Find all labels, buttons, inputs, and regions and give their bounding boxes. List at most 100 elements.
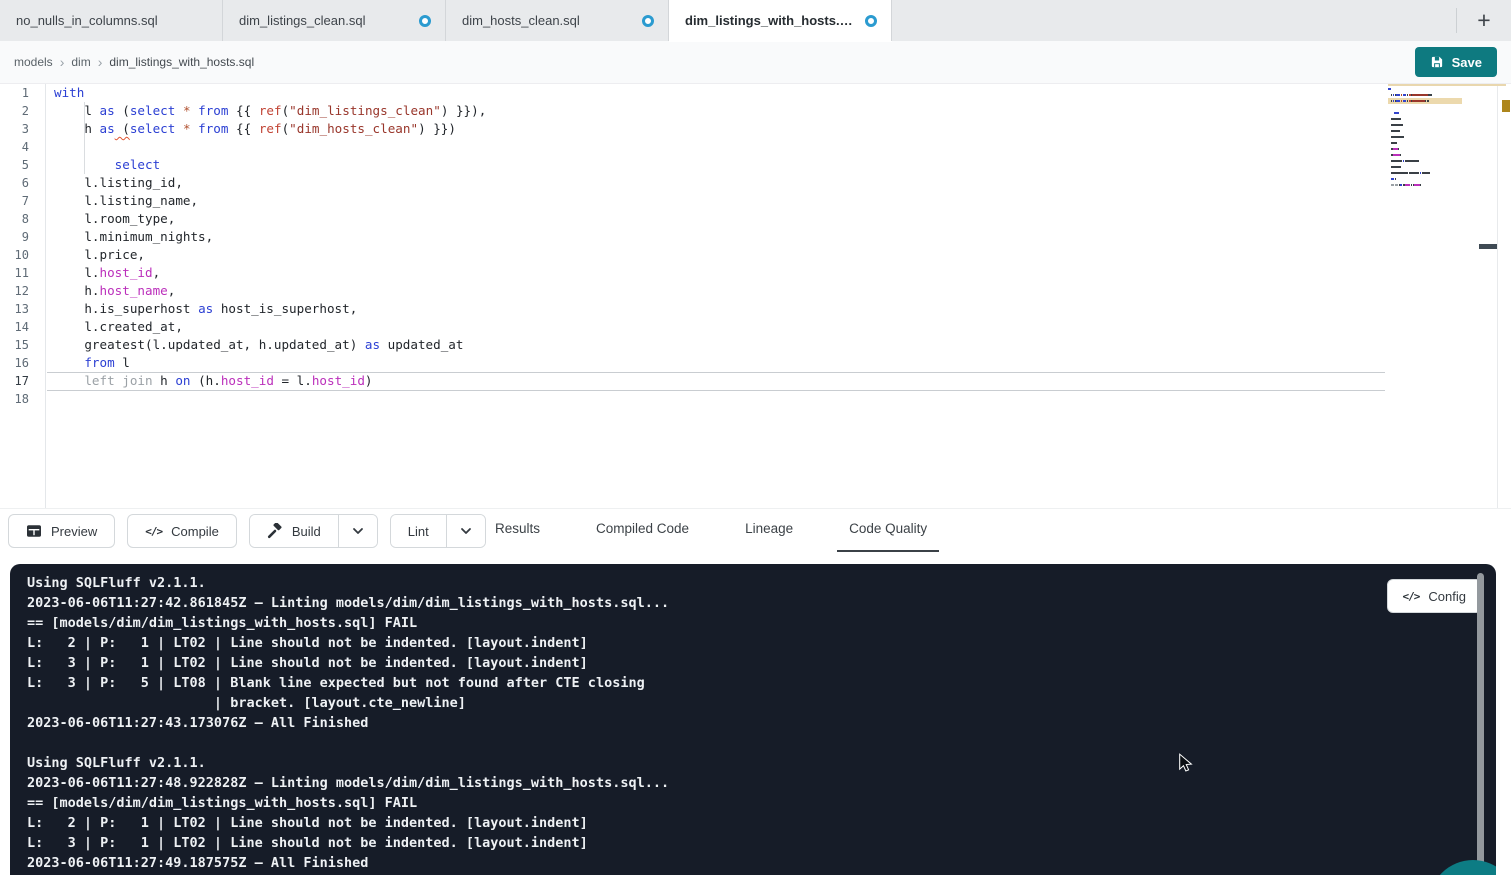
code-line: h.host_name, (47, 282, 1397, 300)
file-tab-no-nulls-in-columns-sql[interactable]: no_nulls_in_columns.sql (0, 0, 223, 41)
minimap-seg (1412, 94, 1428, 96)
code-area[interactable]: with l as (select * from {{ ref("dim_lis… (47, 84, 1397, 508)
indent-guide (84, 102, 85, 174)
line-number: 18 (0, 390, 45, 408)
panel-tab-label: Results (495, 521, 540, 536)
code-icon: </> (1403, 590, 1420, 603)
minimap-viewport-marker (1388, 84, 1506, 86)
breadcrumb-item-dim-listings-with-hosts-sql[interactable]: dim_listings_with_hosts.sql (109, 55, 254, 69)
breadcrumb-item-models[interactable]: models (14, 55, 53, 69)
code-token: host_id (312, 373, 365, 388)
code-token: ) }}), (441, 103, 487, 118)
config-button-label: Config (1428, 589, 1466, 604)
code-token: from (84, 355, 114, 370)
line-number: 15 (0, 336, 45, 354)
file-tab-dim-listings-clean-sql[interactable]: dim_listings_clean.sql (223, 0, 446, 41)
code-line: l.listing_id, (47, 174, 1397, 192)
minimap-seg (1391, 172, 1408, 174)
panel-tab-lineage[interactable]: Lineage (733, 509, 805, 553)
line-number: 2 (0, 102, 45, 120)
code-token: = l. (274, 373, 312, 388)
code-token: l.created_at, (54, 319, 183, 334)
code-token: as (100, 121, 115, 136)
build-dropdown-button[interactable] (338, 515, 377, 547)
line-number: 3 (0, 120, 45, 138)
minimap-seg (1388, 88, 1391, 90)
code-token: ( (115, 121, 130, 136)
code-token: * (183, 121, 191, 136)
code-line: l.listing_name, (47, 192, 1397, 210)
lint-dropdown-button[interactable] (446, 515, 485, 547)
build-button[interactable]: Build (250, 515, 338, 547)
code-token: h. (54, 283, 100, 298)
panel-tab-code-quality[interactable]: Code Quality (837, 509, 939, 553)
code-token: {{ (228, 121, 258, 136)
terminal-panel: Using SQLFluff v2.1.1. 2023-06-06T11:27:… (0, 552, 1511, 875)
panel-tab-compiled-code[interactable]: Compiled Code (584, 509, 701, 553)
new-tab-button[interactable]: + (1457, 0, 1511, 41)
code-token: "dim_hosts_clean" (289, 121, 418, 136)
active-line-border-top (47, 372, 1385, 373)
line-number: 6 (0, 174, 45, 192)
minimap-seg (1393, 154, 1400, 156)
compile-button[interactable]: </>Compile (127, 514, 237, 548)
code-token: host_id (221, 373, 274, 388)
config-button[interactable]: </> Config (1387, 579, 1482, 613)
file-tab-label: dim_listings_clean.sql (239, 13, 365, 28)
minimap[interactable] (1388, 86, 1462, 196)
line-number: 8 (0, 210, 45, 228)
minimap-seg (1420, 184, 1421, 186)
file-tab-dim-listings-with-hosts-sql[interactable]: dim_listings_with_hosts.sql (669, 0, 892, 41)
file-tab-label: no_nulls_in_columns.sql (16, 13, 158, 28)
terminal-output: Using SQLFluff v2.1.1. 2023-06-06T11:27:… (27, 573, 669, 873)
save-icon (1430, 55, 1444, 69)
unsaved-dot-icon (865, 15, 877, 27)
code-token: * (183, 103, 191, 118)
terminal-scrollbar[interactable] (1477, 573, 1484, 875)
code-token: ref (259, 103, 282, 118)
minimap-seg (1422, 172, 1430, 174)
code-token: , (153, 265, 161, 280)
compile-button-label: Compile (171, 524, 219, 539)
code-token: as (198, 301, 213, 316)
code-token: (h. (191, 373, 221, 388)
minimap-seg (1412, 100, 1425, 102)
lint-button[interactable]: Lint (391, 515, 446, 547)
code-token: l. (54, 265, 100, 280)
hammer-icon (267, 523, 283, 539)
terminal: Using SQLFluff v2.1.1. 2023-06-06T11:27:… (10, 564, 1496, 875)
breadcrumb-chevron-icon: › (60, 55, 65, 69)
line-number: 16 (0, 354, 45, 372)
minimap-seg (1391, 142, 1397, 144)
code-line: select (47, 156, 1397, 174)
code-token: ) }}) (418, 121, 456, 136)
minimap-seg (1391, 136, 1404, 138)
line-number: 9 (0, 228, 45, 246)
code-editor[interactable]: 123456789101112131415161718 with l as (s… (0, 84, 1511, 508)
help-bubble-button[interactable] (1429, 860, 1496, 875)
code-line: with (47, 84, 1397, 102)
code-token: host_id (100, 265, 153, 280)
code-token: ) (365, 373, 373, 388)
tabbar-spacer (892, 0, 1456, 41)
line-number: 10 (0, 246, 45, 264)
breadcrumb-chevron-icon: › (98, 55, 103, 69)
panel-tab-label: Lineage (745, 521, 793, 536)
minimap-seg (1391, 166, 1401, 168)
code-line: left join h on (h.host_id = l.host_id) (47, 372, 1397, 390)
file-tabs: no_nulls_in_columns.sql dim_listings_clea… (0, 0, 892, 41)
panel-tab-results[interactable]: Results (483, 509, 552, 553)
breadcrumb: models › dim › dim_listings_with_hosts.sql (14, 55, 254, 69)
file-tab-label: dim_listings_with_hosts.sql (685, 13, 857, 28)
code-token: from (198, 103, 228, 118)
action-bar: Preview </>Compile Build Lint Results Compil… (0, 508, 1511, 554)
breadcrumb-item-dim[interactable]: dim (71, 55, 90, 69)
preview-button[interactable]: Preview (8, 514, 115, 548)
build-split-button: Build (249, 514, 378, 548)
save-button-label: Save (1452, 55, 1482, 70)
minimap-seg (1398, 148, 1399, 150)
code-line: from l (47, 354, 1397, 372)
save-button[interactable]: Save (1415, 47, 1497, 77)
file-tab-dim-hosts-clean-sql[interactable]: dim_hosts_clean.sql (446, 0, 669, 41)
minimap-seg (1400, 154, 1401, 156)
